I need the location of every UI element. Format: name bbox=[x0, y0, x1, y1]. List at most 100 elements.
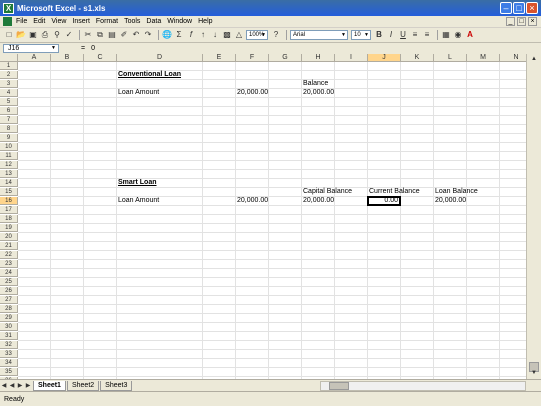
maximize-button[interactable]: □ bbox=[513, 2, 525, 14]
font-size-select[interactable]: 10 ▼ bbox=[351, 30, 371, 40]
next-sheet-icon[interactable]: ▶ bbox=[16, 381, 24, 391]
underline-icon[interactable]: U bbox=[398, 30, 408, 40]
font-color-icon[interactable]: A bbox=[465, 30, 475, 40]
name-box[interactable]: J16 ▼ bbox=[3, 44, 59, 53]
menu-edit[interactable]: Edit bbox=[33, 18, 45, 25]
row-header-14[interactable]: 14 bbox=[0, 179, 18, 187]
paste-icon[interactable]: ▤ bbox=[107, 30, 117, 40]
menu-format[interactable]: Format bbox=[96, 18, 118, 25]
column-header-l[interactable]: L bbox=[434, 54, 467, 62]
redo-icon[interactable]: ↷ bbox=[143, 30, 153, 40]
undo-icon[interactable]: ↶ bbox=[131, 30, 141, 40]
row-header-28[interactable]: 28 bbox=[0, 305, 18, 313]
cell-f16[interactable]: 20,000.00 bbox=[237, 197, 268, 205]
cell-d2[interactable]: Conventional Loan bbox=[118, 71, 181, 79]
column-header-c[interactable]: C bbox=[84, 54, 117, 62]
row-header-29[interactable]: 29 bbox=[0, 314, 18, 322]
row-header-25[interactable]: 25 bbox=[0, 278, 18, 286]
menu-help[interactable]: Help bbox=[198, 18, 212, 25]
row-header-20[interactable]: 20 bbox=[0, 233, 18, 241]
column-header-i[interactable]: I bbox=[335, 54, 368, 62]
row-header-12[interactable]: 12 bbox=[0, 161, 18, 169]
drawing-icon[interactable]: △ bbox=[234, 30, 244, 40]
row-header-16[interactable]: 16 bbox=[0, 197, 18, 205]
row-header-33[interactable]: 33 bbox=[0, 350, 18, 358]
column-header-f[interactable]: F bbox=[236, 54, 269, 62]
minimize-button[interactable]: – bbox=[500, 2, 512, 14]
tab-sheet3[interactable]: Sheet3 bbox=[100, 380, 133, 391]
menu-tools[interactable]: Tools bbox=[124, 18, 140, 25]
tab-sheet2[interactable]: Sheet2 bbox=[66, 380, 100, 391]
row-header-24[interactable]: 24 bbox=[0, 269, 18, 277]
close-button[interactable]: × bbox=[526, 2, 538, 14]
column-header-e[interactable]: E bbox=[203, 54, 236, 62]
column-header-d[interactable]: D bbox=[117, 54, 203, 62]
menu-data[interactable]: Data bbox=[146, 18, 161, 25]
font-name-select[interactable]: Arial ▼ bbox=[290, 30, 348, 40]
column-header-m[interactable]: M bbox=[467, 54, 500, 62]
format-painter-icon[interactable]: ✐ bbox=[119, 30, 129, 40]
row-header-7[interactable]: 7 bbox=[0, 116, 18, 124]
row-header-1[interactable]: 1 bbox=[0, 62, 18, 70]
function-icon[interactable]: f bbox=[186, 30, 196, 40]
row-header-34[interactable]: 34 bbox=[0, 359, 18, 367]
row-header-9[interactable]: 9 bbox=[0, 134, 18, 142]
active-cell-selection[interactable] bbox=[367, 196, 401, 206]
row-header-8[interactable]: 8 bbox=[0, 125, 18, 133]
cell-d16[interactable]: Loan Amount bbox=[118, 197, 159, 205]
select-all-corner[interactable] bbox=[0, 54, 18, 62]
row-header-31[interactable]: 31 bbox=[0, 332, 18, 340]
zoom-select[interactable]: 100% ▼ bbox=[246, 30, 268, 40]
autosum-icon[interactable]: Σ bbox=[174, 30, 184, 40]
horizontal-scroll-thumb[interactable] bbox=[329, 382, 349, 390]
sort-descending-icon[interactable]: ↓ bbox=[210, 30, 220, 40]
first-sheet-icon[interactable]: ◀ bbox=[0, 381, 8, 391]
cell-h15[interactable]: Capital Balance bbox=[303, 188, 352, 196]
scroll-up-icon[interactable]: ▲ bbox=[528, 55, 540, 64]
row-header-27[interactable]: 27 bbox=[0, 296, 18, 304]
spelling-icon[interactable]: ✓ bbox=[64, 30, 74, 40]
row-header-10[interactable]: 10 bbox=[0, 143, 18, 151]
cell-h3[interactable]: Balance bbox=[303, 80, 328, 88]
prev-sheet-icon[interactable]: ◀ bbox=[8, 381, 16, 391]
align-left-icon[interactable]: ≡ bbox=[410, 30, 420, 40]
menu-insert[interactable]: Insert bbox=[72, 18, 90, 25]
row-header-18[interactable]: 18 bbox=[0, 215, 18, 223]
row-header-6[interactable]: 6 bbox=[0, 107, 18, 115]
cell-h4[interactable]: 20,000.00 bbox=[303, 89, 334, 97]
print-preview-icon[interactable]: ⚲ bbox=[52, 30, 62, 40]
cell-l16[interactable]: 20,000.00 bbox=[435, 197, 466, 205]
row-header-21[interactable]: 21 bbox=[0, 242, 18, 250]
last-sheet-icon[interactable]: ▶ bbox=[24, 381, 32, 391]
menu-window[interactable]: Window bbox=[167, 18, 192, 25]
open-icon[interactable]: 📂 bbox=[16, 30, 26, 40]
row-header-13[interactable]: 13 bbox=[0, 170, 18, 178]
workbook-restore-button[interactable]: □ bbox=[517, 17, 526, 26]
align-center-icon[interactable]: ≡ bbox=[422, 30, 432, 40]
column-header-j[interactable]: J bbox=[368, 54, 401, 62]
cell-d14[interactable]: Smart Loan bbox=[118, 179, 157, 187]
column-header-g[interactable]: G bbox=[269, 54, 302, 62]
menu-file[interactable]: File bbox=[16, 18, 27, 25]
row-header-3[interactable]: 3 bbox=[0, 80, 18, 88]
horizontal-scrollbar[interactable] bbox=[320, 381, 526, 391]
row-header-26[interactable]: 26 bbox=[0, 287, 18, 295]
help-icon[interactable]: ? bbox=[271, 30, 281, 40]
row-header-30[interactable]: 30 bbox=[0, 323, 18, 331]
row-header-4[interactable]: 4 bbox=[0, 89, 18, 97]
row-header-19[interactable]: 19 bbox=[0, 224, 18, 232]
row-header-17[interactable]: 17 bbox=[0, 206, 18, 214]
save-icon[interactable]: ▣ bbox=[28, 30, 38, 40]
row-header-35[interactable]: 35 bbox=[0, 368, 18, 376]
column-header-a[interactable]: A bbox=[18, 54, 51, 62]
workbook-minimize-button[interactable]: _ bbox=[506, 17, 515, 26]
row-header-32[interactable]: 32 bbox=[0, 341, 18, 349]
copy-icon[interactable]: ⧉ bbox=[95, 30, 105, 40]
cell-area[interactable]: Conventional Loan Balance Loan Amount 20,00… bbox=[18, 62, 533, 379]
row-header-15[interactable]: 15 bbox=[0, 188, 18, 196]
italic-icon[interactable]: I bbox=[386, 30, 396, 40]
row-header-23[interactable]: 23 bbox=[0, 260, 18, 268]
scroll-down-icon[interactable]: ▼ bbox=[528, 369, 540, 378]
cell-f4[interactable]: 20,000.00 bbox=[237, 89, 268, 97]
row-header-22[interactable]: 22 bbox=[0, 251, 18, 259]
